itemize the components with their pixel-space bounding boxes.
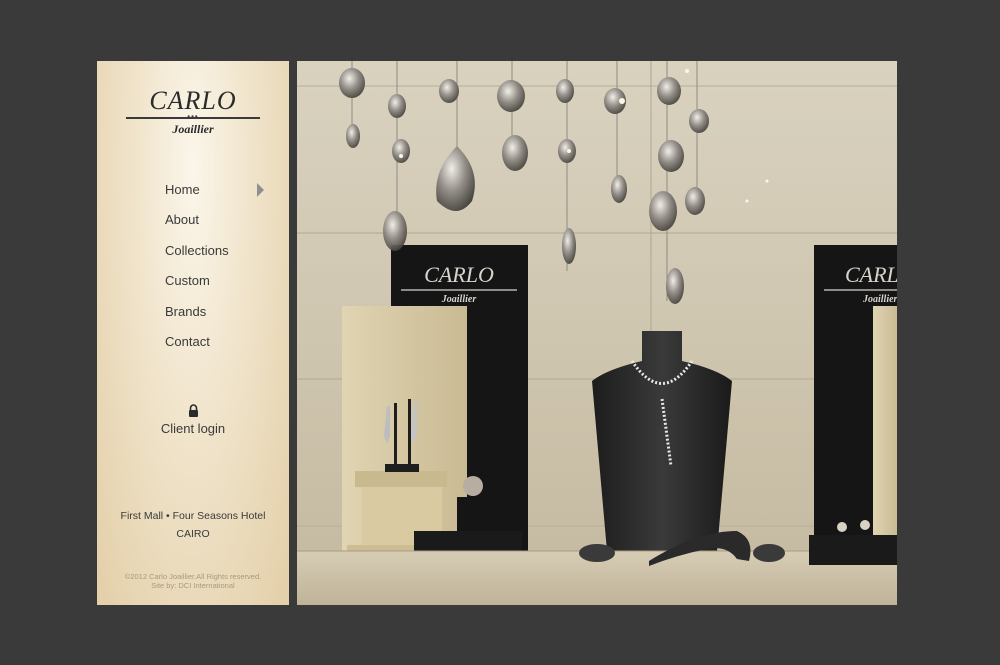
lock-icon (188, 404, 198, 417)
nav-item-collections[interactable]: Collections (165, 242, 275, 272)
hero-photo: CARLO Joaillier CARLO Joaillier (297, 61, 897, 605)
logo[interactable]: CARLO ••• Joaillier (97, 87, 289, 137)
sign-sub-right: Joaillier (862, 294, 897, 305)
nav-item-label: About (165, 212, 199, 228)
logo-brand: CARLO (149, 86, 237, 115)
sign-brand-right: CARLO (845, 262, 897, 287)
address-city: CAIRO (176, 528, 210, 540)
arrow-right-icon (257, 183, 264, 197)
logo-subtitle: Joaillier (172, 122, 214, 136)
logo-dots: ••• (187, 112, 199, 121)
store-address: First Mall • Four Seasons Hotel CAIRO (97, 507, 289, 543)
nav-item-custom[interactable]: Custom (165, 272, 275, 302)
site-credit: Site by: DCI International (151, 581, 235, 590)
nav-item-label: Collections (165, 242, 229, 258)
sidebar: CARLO ••• Joaillier Home About Collectio… (97, 61, 289, 605)
nav-item-contact[interactable]: Contact (165, 333, 275, 363)
main-nav: Home About Collections Custom Brands Con… (165, 181, 275, 363)
footer: ©2012 Carlo Joaillier.All Rights reserve… (97, 572, 289, 590)
nav-item-home[interactable]: Home (165, 181, 275, 211)
nav-item-label: Brands (165, 303, 207, 319)
nav-item-label: Contact (165, 333, 210, 349)
client-login-label: Client login (160, 421, 226, 436)
copyright-text: ©2012 Carlo Joaillier.All Rights reserve… (124, 572, 262, 581)
nav-item-label: Custom (165, 273, 210, 289)
logo-rule: ••• (126, 113, 260, 121)
address-line-1: First Mall • Four Seasons Hotel (120, 510, 266, 522)
nav-item-brands[interactable]: Brands (165, 303, 275, 333)
jewelry-display-image: CARLO Joaillier CARLO Joaillier (297, 61, 897, 605)
client-login-button[interactable]: Client login (97, 404, 289, 436)
sign-brand-left: CARLO (424, 262, 494, 287)
nav-item-about[interactable]: About (165, 211, 275, 241)
sign-sub-left: Joaillier (441, 294, 477, 305)
